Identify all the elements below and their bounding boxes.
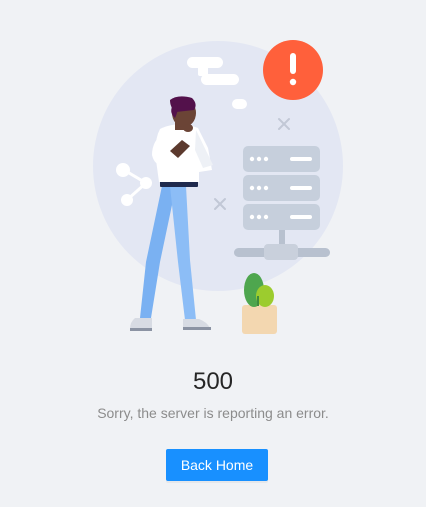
- error-exclamation-icon: [263, 40, 323, 100]
- back-home-button[interactable]: Back Home: [166, 449, 268, 481]
- server-error-illustration: [93, 40, 343, 334]
- status-code-title: 500: [192, 368, 234, 395]
- error-message: Sorry, the server is reporting an error.: [97, 405, 329, 421]
- error-page: 500 Sorry, the server is reporting an er…: [0, 0, 426, 507]
- plant-icon: [242, 273, 277, 334]
